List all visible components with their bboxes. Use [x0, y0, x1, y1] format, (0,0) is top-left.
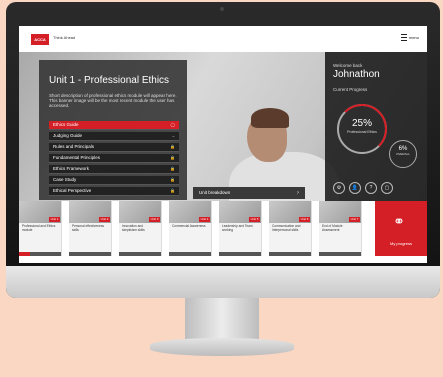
- unit-tile[interactable]: Unit 5 Leadership and Team working: [219, 201, 262, 256]
- unit-progress-bar: [119, 252, 161, 256]
- unit-progress-bar: [69, 252, 111, 256]
- circle-icon: ◯: [170, 122, 175, 127]
- module-list: Ethics Guide ◯ Judging Guide → Rules and…: [49, 121, 179, 198]
- unit-badge: Unit 3: [149, 217, 160, 222]
- unit-badge: Unit 4: [199, 217, 210, 222]
- unit-breakdown-label: Unit breakdown: [199, 190, 231, 195]
- module-item[interactable]: Fundamental Principles 🔒: [49, 154, 179, 163]
- unit-tile-label: Commercial Awareness: [172, 224, 206, 228]
- unit-breakdown-button[interactable]: Unit breakdown ?: [193, 187, 305, 199]
- monitor-chin: [6, 266, 440, 298]
- module-label: Ethical Perspective: [53, 188, 92, 193]
- unit-progress-value: 25%: [351, 118, 372, 129]
- help-icon[interactable]: ?: [365, 182, 377, 194]
- unit-progress-bar: [319, 252, 361, 256]
- unit-tile-label: Personal effectiveness skills: [72, 224, 105, 232]
- module-label: Fundamental Principles: [53, 155, 101, 160]
- top-bar: ACCA Think Ahead menu: [19, 26, 427, 53]
- progress-network-icon: ⚭: [393, 213, 405, 229]
- module-item[interactable]: Ethics Framework 🔒: [49, 165, 179, 174]
- unit-description: Short description of professional ethics…: [49, 93, 177, 108]
- hamburger-icon: [400, 34, 407, 41]
- unit-progress-label: Professional Ethics: [347, 130, 377, 134]
- module-label: Case Study: [53, 177, 77, 182]
- unit-tile-label: End of Module Assessment: [322, 224, 343, 232]
- current-progress-label: Current Progress: [333, 87, 368, 92]
- unit-tile-label: Professional and Ethics module: [22, 224, 56, 232]
- settings-icon[interactable]: ⚙: [333, 182, 345, 194]
- person-hair: [251, 108, 289, 128]
- module-label: Judging Guide: [53, 133, 83, 138]
- unit-tile-label: Innovation and skepticism skills: [122, 224, 145, 232]
- unit-tiles: Unit 1 Professional and Ethics module Un…: [19, 201, 427, 256]
- question-icon: ?: [296, 190, 299, 195]
- my-progress-tile[interactable]: ⚭ My progress: [375, 201, 427, 256]
- unit-tile[interactable]: Unit 3 Innovation and skepticism skills: [119, 201, 162, 256]
- module-item[interactable]: Judging Guide →: [49, 132, 179, 141]
- app-screen: ACCA Think Ahead menu Unit 1 - Professio…: [19, 26, 427, 263]
- unit-tile[interactable]: Unit 1 Professional and Ethics module: [19, 201, 62, 256]
- module-label: Ethics Framework: [53, 166, 90, 171]
- unit-tile[interactable]: Unit 2 Personal effectiveness skills: [69, 201, 112, 256]
- brand-tagline: Think Ahead: [53, 35, 76, 40]
- lock-icon: 🔒: [170, 188, 175, 193]
- hero-banner: Unit 1 - Professional Ethics Short descr…: [19, 52, 427, 232]
- user-name: Johnathon: [333, 69, 380, 80]
- module-label: Rules and Principals: [53, 144, 95, 149]
- module-item[interactable]: Ethics Guide ◯: [49, 121, 179, 130]
- overall-progress-label: OVERALL: [396, 152, 410, 156]
- arrow-icon: →: [171, 133, 175, 138]
- unit-overview-panel: Unit 1 - Professional Ethics Short descr…: [39, 60, 187, 200]
- menu-button[interactable]: menu: [400, 34, 419, 41]
- unit-progress-bar: [219, 252, 261, 256]
- unit-tile[interactable]: Unit 6 Communication and Interpersonal s…: [269, 201, 312, 256]
- user-icon[interactable]: 👤: [349, 182, 361, 194]
- unit-progress-bar: [269, 252, 311, 256]
- unit-tile[interactable]: Unit 4 Commercial Awareness: [169, 201, 212, 256]
- unit-badge: Unit 7: [349, 217, 360, 222]
- unit-tile-label: Communication and Interpersonal skills: [272, 224, 301, 232]
- unit-progress-ring-fill: [337, 104, 387, 154]
- lock-icon: 🔒: [170, 177, 175, 182]
- monitor-stand-foot: [150, 338, 294, 356]
- module-label: Ethics Guide: [53, 122, 79, 127]
- module-item[interactable]: Case Study 🔒: [49, 176, 179, 185]
- unit-badge: Unit 2: [99, 217, 110, 222]
- unit-badge: Unit 6: [299, 217, 310, 222]
- lock-icon: 🔒: [170, 166, 175, 171]
- unit-tile-label: Leadership and Team working: [222, 224, 253, 232]
- module-item[interactable]: Ethical Perspective 🔒: [49, 187, 179, 196]
- monitor-stand-neck: [185, 298, 259, 342]
- lock-icon: 🔒: [170, 144, 175, 149]
- brand-logo[interactable]: ACCA: [31, 34, 49, 45]
- unit-badge: Unit 5: [249, 217, 260, 222]
- module-item[interactable]: Rules and Principals 🔒: [49, 143, 179, 152]
- welcome-text: Welcome back: [333, 63, 363, 68]
- menu-label: menu: [408, 35, 419, 40]
- my-progress-label: My progress: [389, 241, 412, 246]
- unit-title: Unit 1 - Professional Ethics: [49, 75, 170, 86]
- unit-progress-bar: [169, 252, 211, 256]
- profile-panel: Welcome back Johnathon Current Progress …: [325, 52, 427, 201]
- camera: [220, 7, 224, 11]
- fullscreen-icon[interactable]: ▢: [381, 182, 393, 194]
- unit-tile[interactable]: Unit 7 End of Module Assessment: [319, 201, 362, 256]
- lock-icon: 🔒: [170, 155, 175, 160]
- unit-progress-bar: [19, 252, 61, 256]
- profile-icon-buttons: ⚙ 👤 ? ▢: [333, 182, 417, 194]
- unit-badge: Unit 1: [49, 217, 60, 222]
- unit-progress-fill: [19, 252, 30, 256]
